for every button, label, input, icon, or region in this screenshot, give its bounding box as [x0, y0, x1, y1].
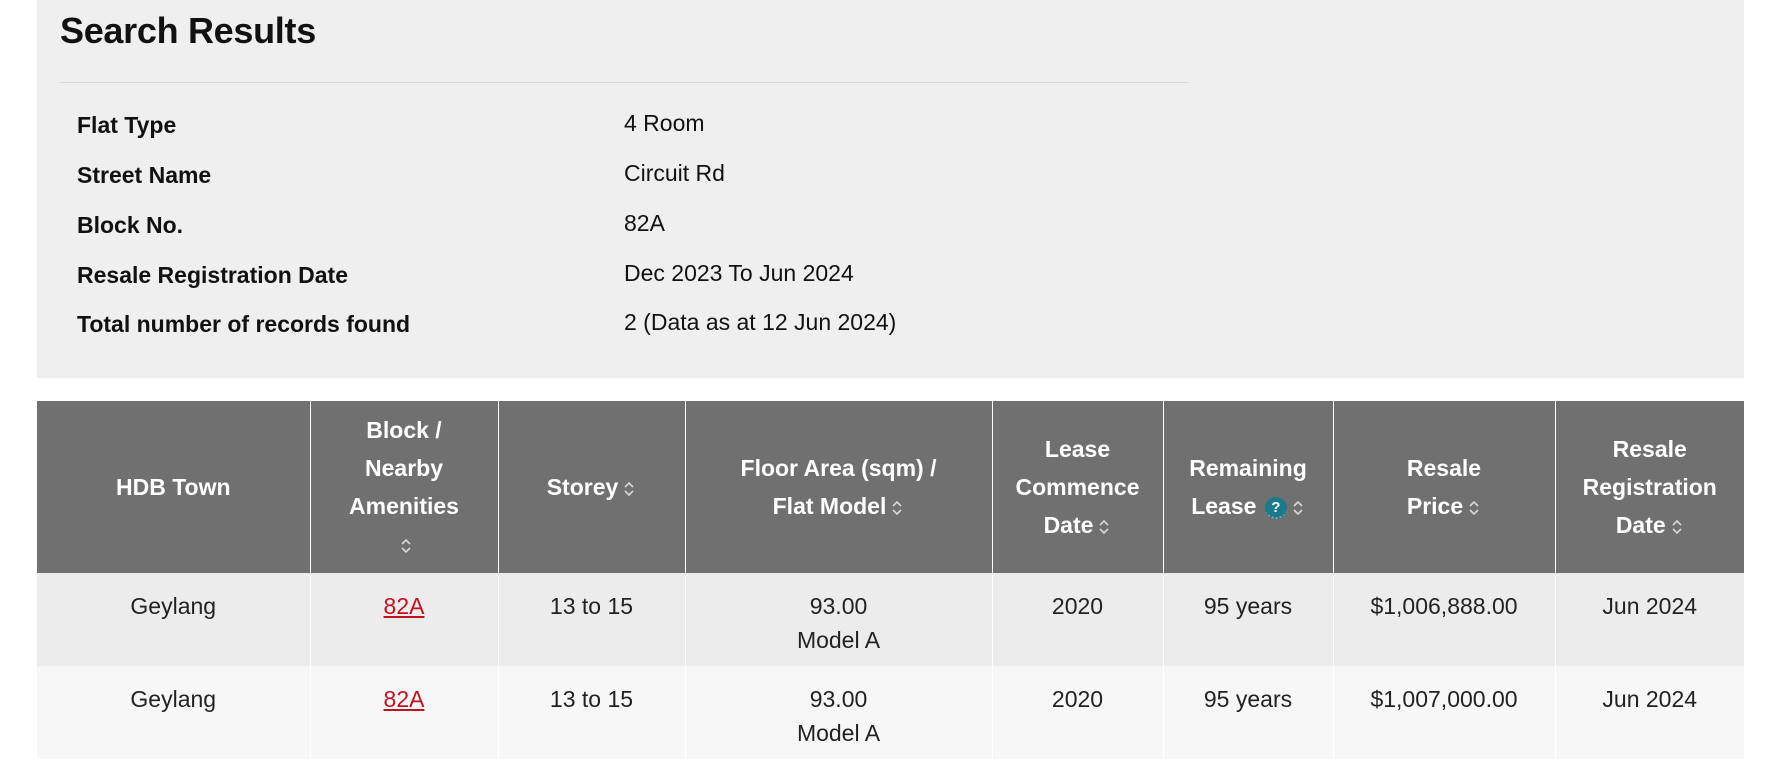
block-link[interactable]: 82A — [384, 593, 425, 619]
cell-floor-area: 93.00 Model A — [685, 573, 993, 666]
summary-value: 4 Room — [624, 110, 705, 136]
sort-icon[interactable] — [890, 497, 904, 519]
cell-town: Geylang — [37, 573, 311, 666]
summary-label: Block No. — [77, 212, 184, 238]
table-row: Geylang 82A 13 to 15 93.00 Model A 2020 … — [37, 573, 1744, 666]
sort-icon[interactable] — [622, 478, 636, 500]
table-header-row: HDB Town Block / Nearby Amenities Storey… — [37, 401, 1744, 573]
cell-town: Geylang — [37, 666, 311, 759]
floor-area-value: 93.00 — [809, 686, 868, 712]
header-label: Date — [1615, 512, 1666, 538]
cell-remaining-lease: 95 years — [1163, 666, 1334, 759]
title-divider — [60, 82, 1188, 83]
summary-value: Dec 2023 To Jun 2024 — [624, 260, 854, 286]
page-title: Search Results — [60, 10, 316, 51]
flat-model-value: Model A — [796, 627, 881, 653]
cell-remaining-lease: 95 years — [1163, 573, 1334, 666]
sort-icon[interactable] — [1097, 516, 1111, 538]
header-registration-date[interactable]: Resale Registration Date — [1555, 401, 1744, 573]
header-label: Amenities — [349, 493, 459, 519]
cell-floor-area: 93.00 Model A — [685, 666, 993, 759]
table-row: Geylang 82A 13 to 15 93.00 Model A 2020 … — [37, 666, 1744, 759]
header-label: Lease — [1044, 436, 1111, 462]
cell-reg-date: Jun 2024 — [1555, 666, 1744, 759]
summary-row-street-name: Street Name Circuit Rd — [77, 160, 1377, 202]
floor-area-value: 93.00 — [809, 593, 868, 619]
cell-block: 82A — [310, 666, 499, 759]
header-storey[interactable]: Storey — [498, 401, 686, 573]
header-label: Nearby — [365, 455, 443, 481]
sort-icon[interactable] — [1291, 497, 1305, 519]
header-label: Registration — [1582, 474, 1717, 500]
header-label: Price — [1406, 493, 1464, 519]
header-label: Resale — [1612, 436, 1687, 462]
header-floor-area[interactable]: Floor Area (sqm) / Flat Model — [685, 401, 993, 573]
flat-model-value: Model A — [796, 720, 881, 746]
help-icon[interactable]: ? — [1264, 496, 1287, 519]
header-label: Date — [1043, 512, 1094, 538]
header-resale-price[interactable]: Resale Price — [1333, 401, 1556, 573]
header-label: Floor Area (sqm) / — [740, 455, 937, 481]
cell-price: $1,006,888.00 — [1333, 573, 1556, 666]
cell-price: $1,007,000.00 — [1333, 666, 1556, 759]
header-hdb-town: HDB Town — [37, 401, 311, 573]
summary-value: 2 (Data as at 12 Jun 2024) — [624, 309, 897, 335]
summary-row-total-records: Total number of records found 2 (Data as… — [77, 309, 1377, 351]
summary-value: Circuit Rd — [624, 160, 725, 186]
search-summary-panel: Search Results Flat Type 4 Room Street N… — [37, 0, 1744, 378]
cell-block: 82A — [310, 573, 499, 666]
cell-lease-commence: 2020 — [992, 573, 1164, 666]
header-label: Lease — [1191, 493, 1257, 519]
sort-icon[interactable] — [1670, 516, 1684, 538]
summary-label: Resale Registration Date — [77, 262, 348, 288]
header-label: Remaining — [1189, 455, 1307, 481]
header-label: Flat Model — [772, 493, 887, 519]
results-table: HDB Town Block / Nearby Amenities Storey… — [37, 401, 1744, 759]
summary-row-flat-type: Flat Type 4 Room — [77, 110, 1377, 152]
summary-label: Flat Type — [77, 112, 177, 138]
summary-value: 82A — [624, 210, 665, 236]
header-lease-commence[interactable]: Lease Commence Date — [992, 401, 1164, 573]
cell-reg-date: Jun 2024 — [1555, 573, 1744, 666]
header-remaining-lease[interactable]: Remaining Lease ? — [1163, 401, 1334, 573]
cell-storey: 13 to 15 — [498, 666, 686, 759]
header-label: HDB Town — [115, 474, 231, 500]
header-label: Storey — [546, 474, 619, 500]
summary-label: Street Name — [77, 162, 212, 188]
sort-icon[interactable] — [399, 535, 413, 557]
cell-storey: 13 to 15 — [498, 573, 686, 666]
header-label: Commence — [1015, 474, 1140, 500]
summary-row-registration-date: Resale Registration Date Dec 2023 To Jun… — [77, 260, 1377, 302]
cell-lease-commence: 2020 — [992, 666, 1164, 759]
header-label: Block / — [366, 417, 442, 443]
sort-icon[interactable] — [1467, 497, 1481, 519]
block-link[interactable]: 82A — [384, 686, 425, 712]
summary-label: Total number of records found — [77, 311, 411, 337]
header-block[interactable]: Block / Nearby Amenities — [310, 401, 499, 573]
header-label: Resale — [1406, 455, 1482, 481]
summary-row-block-no: Block No. 82A — [77, 210, 1377, 252]
